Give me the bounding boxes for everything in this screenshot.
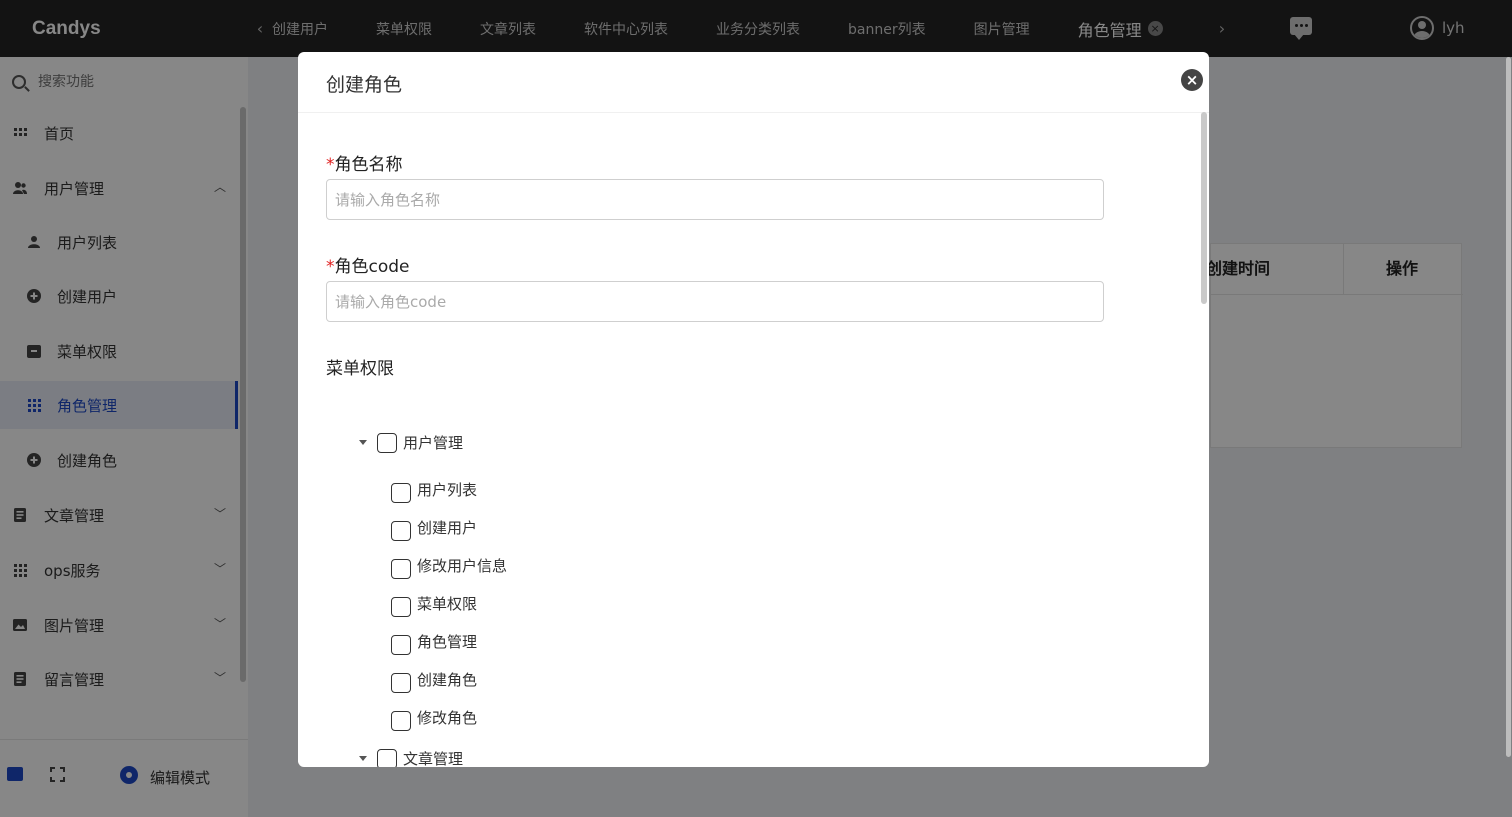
tree-node-label: 创建角色 bbox=[417, 670, 478, 689]
caret-down-icon[interactable] bbox=[359, 756, 367, 761]
checkbox[interactable] bbox=[391, 711, 411, 731]
checkbox[interactable] bbox=[391, 635, 411, 655]
checkbox[interactable] bbox=[377, 748, 397, 767]
dialog-header: 创建角色 × bbox=[298, 52, 1209, 113]
checkbox[interactable] bbox=[391, 559, 411, 579]
tree-node-user-list[interactable]: 用户列表 bbox=[391, 475, 477, 503]
close-icon[interactable]: × bbox=[1181, 69, 1203, 91]
tree-node-label: 菜单权限 bbox=[417, 594, 478, 613]
role-code-label: *角色code bbox=[326, 252, 410, 277]
checkbox[interactable] bbox=[391, 521, 411, 541]
create-role-dialog: 创建角色 × *角色名称 *角色code 菜单权限 用户管理 用户列表 创建用户… bbox=[298, 52, 1209, 767]
tree-node-role-management[interactable]: 角色管理 bbox=[391, 627, 477, 655]
caret-down-icon[interactable] bbox=[359, 440, 367, 445]
required-mark: * bbox=[326, 257, 335, 277]
tree-node-menu-permission[interactable]: 菜单权限 bbox=[391, 589, 477, 617]
role-name-label-text: 角色名称 bbox=[334, 155, 403, 175]
tree-node-create-role[interactable]: 创建角色 bbox=[391, 665, 477, 693]
role-name-label: *角色名称 bbox=[326, 150, 403, 175]
tree-node-user-management[interactable]: 用户管理 bbox=[359, 432, 463, 453]
checkbox[interactable] bbox=[391, 673, 411, 693]
role-code-label-text: 角色code bbox=[334, 257, 410, 277]
dialog-title: 创建角色 bbox=[326, 74, 403, 96]
tree-node-label: 角色管理 bbox=[417, 632, 478, 651]
tree-node-article-management[interactable]: 文章管理 bbox=[359, 748, 463, 767]
tree-node-label: 修改用户信息 bbox=[417, 556, 508, 575]
dialog-scrollbar[interactable] bbox=[1201, 112, 1207, 304]
tree-node-label: 用户列表 bbox=[417, 480, 478, 499]
role-code-input[interactable] bbox=[326, 281, 1104, 322]
tree-node-create-user[interactable]: 创建用户 bbox=[391, 513, 477, 541]
tree-node-label: 创建用户 bbox=[417, 518, 478, 537]
required-mark: * bbox=[326, 155, 335, 175]
tree-node-label: 文章管理 bbox=[403, 750, 464, 767]
tree-node-edit-role[interactable]: 修改角色 bbox=[391, 703, 477, 731]
tree-node-label: 修改角色 bbox=[417, 708, 478, 727]
menu-permission-label: 菜单权限 bbox=[326, 359, 394, 379]
role-name-input[interactable] bbox=[326, 179, 1104, 220]
checkbox[interactable] bbox=[391, 483, 411, 503]
tree-node-edit-user-info[interactable]: 修改用户信息 bbox=[391, 551, 507, 579]
tree-node-label: 用户管理 bbox=[403, 434, 464, 452]
checkbox[interactable] bbox=[391, 597, 411, 617]
checkbox[interactable] bbox=[377, 432, 397, 453]
page-scrollbar[interactable] bbox=[1506, 57, 1511, 757]
